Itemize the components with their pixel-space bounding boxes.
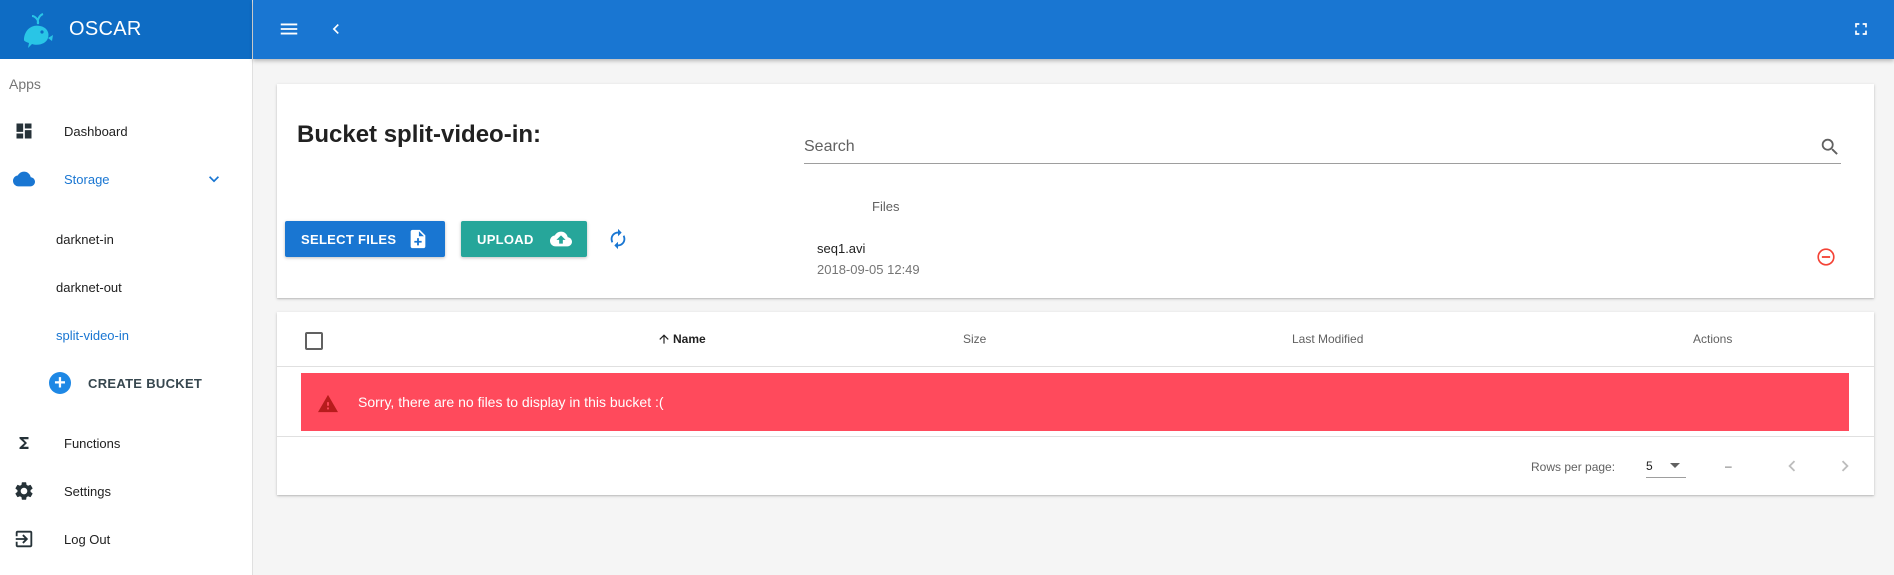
rows-per-page-value: 5 — [1646, 459, 1653, 473]
search-input[interactable] — [804, 130, 1794, 160]
sidebar-item-functions[interactable]: Functions — [0, 419, 252, 467]
bucket-upload-card: Bucket split-video-in: SELECT FILES UPLO… — [277, 84, 1874, 298]
remove-circle-icon[interactable] — [1815, 246, 1837, 268]
rows-per-page-select[interactable]: 5 — [1646, 454, 1686, 478]
bucket-item-darknet-out[interactable]: darknet-out — [0, 263, 252, 311]
sidebar-item-logout[interactable]: Log Out — [0, 515, 252, 563]
sidebar-item-label: Functions — [64, 435, 121, 451]
create-bucket-label: CREATE BUCKET — [88, 375, 203, 391]
gear-icon — [13, 480, 35, 502]
column-header-actions: Actions — [1693, 332, 1733, 346]
bucket-name: split-video-in — [383, 121, 534, 148]
dashboard-icon — [13, 120, 35, 142]
page-title: Bucket split-video-in: — [297, 121, 541, 149]
upload-file-date: 2018-09-05 12:49 — [817, 262, 920, 277]
sidebar-item-dashboard[interactable]: Dashboard — [0, 107, 252, 155]
note-add-icon — [407, 228, 429, 250]
column-header-name[interactable]: Name — [657, 332, 706, 346]
select-all-checkbox[interactable] — [305, 332, 323, 350]
caret-down-icon — [1670, 463, 1680, 468]
add-circle-icon: + — [49, 372, 71, 394]
apps-section-label: Apps — [9, 76, 41, 92]
create-bucket-button[interactable]: + CREATE BUCKET — [0, 359, 252, 407]
upload-file-name: seq1.avi — [817, 241, 866, 256]
logout-icon — [13, 528, 35, 550]
files-table-card: Name Size Last Modified Actions Sorry, t… — [277, 312, 1874, 495]
chevron-down-icon[interactable] — [204, 169, 224, 189]
column-header-last-modified[interactable]: Last Modified — [1292, 332, 1363, 346]
empty-bucket-alert: Sorry, there are no files to display in … — [301, 373, 1849, 431]
upload-files-header: Files — [872, 199, 900, 214]
upload-button[interactable]: UPLOAD — [461, 221, 587, 257]
rows-per-page-label: Rows per page: — [1531, 460, 1616, 474]
page-range: – — [1725, 459, 1732, 473]
next-page-icon[interactable] — [1834, 455, 1856, 477]
search-icon[interactable] — [1819, 136, 1841, 158]
sidebar: OSCAR Apps Dashboard Storage darknet-in … — [0, 0, 253, 575]
bucket-item-darknet-in[interactable]: darknet-in — [0, 215, 252, 263]
column-label: Name — [673, 332, 706, 346]
refresh-icon[interactable] — [607, 228, 629, 250]
sidebar-item-label: Storage — [64, 171, 110, 187]
arrow-up-icon — [659, 334, 669, 344]
brand-header: OSCAR — [0, 0, 252, 59]
sidebar-item-settings[interactable]: Settings — [0, 467, 252, 515]
search-field — [804, 130, 1841, 164]
warning-icon — [317, 393, 339, 413]
column-header-size[interactable]: Size — [963, 332, 986, 346]
upload-label: UPLOAD — [477, 231, 534, 247]
chevron-left-icon[interactable] — [324, 17, 348, 41]
cloud-icon — [13, 168, 35, 190]
top-app-bar — [253, 0, 1894, 59]
oscar-whale-logo-icon — [18, 10, 54, 50]
bucket-item-split-video-in[interactable]: split-video-in — [0, 311, 252, 359]
previous-page-icon[interactable] — [1781, 455, 1803, 477]
sidebar-item-storage[interactable]: Storage — [0, 155, 252, 203]
menu-icon[interactable] — [277, 17, 301, 41]
sidebar-item-label: Settings — [64, 483, 111, 499]
divider — [277, 436, 1874, 437]
sigma-icon — [13, 432, 35, 454]
table-header: Name Size Last Modified Actions — [277, 312, 1874, 367]
select-files-label: SELECT FILES — [301, 231, 397, 247]
empty-message: Sorry, there are no files to display in … — [358, 394, 664, 410]
app-title: OSCAR — [69, 18, 142, 40]
bucket-title-suffix: : — [533, 121, 542, 148]
sidebar-item-label: Dashboard — [64, 123, 128, 139]
sidebar-item-label: Log Out — [64, 531, 111, 547]
cloud-upload-icon — [549, 228, 572, 250]
fullscreen-icon[interactable] — [1849, 17, 1873, 41]
select-files-button[interactable]: SELECT FILES — [285, 221, 445, 257]
bucket-title-prefix: Bucket — [297, 121, 384, 148]
